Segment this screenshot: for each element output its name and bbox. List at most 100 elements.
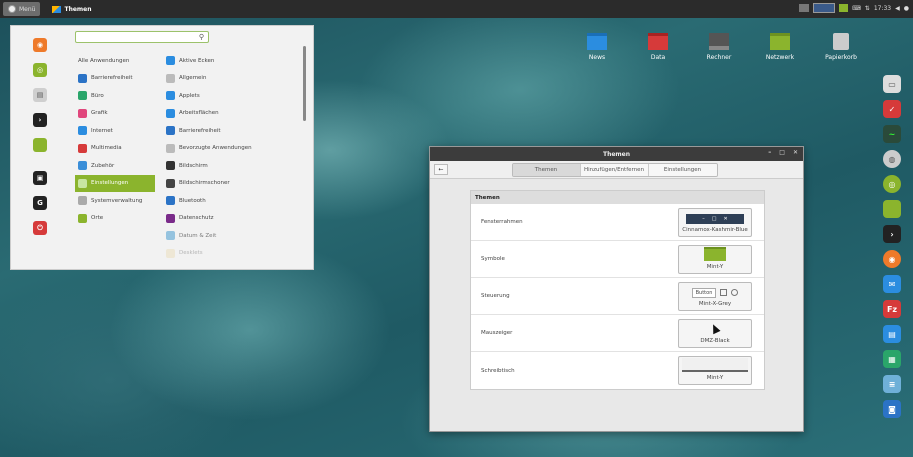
setting-row: Fensterrahmen – □ ✕ Cinnamox-Kashmir-Blue [471, 204, 764, 241]
category-item[interactable]: Internet [75, 122, 155, 140]
setting-row: Mauszeiger DMZ-Black [471, 315, 764, 352]
category-label: Multimedia [91, 145, 122, 152]
user-icon[interactable]: ● [904, 5, 909, 12]
desktop-icon-label: News [588, 54, 606, 61]
tab-add-remove[interactable]: Hinzufügen/Entfernen [580, 163, 649, 176]
category-item[interactable]: Alle Anwendungen [75, 52, 155, 70]
menu-button[interactable]: Menü [3, 2, 41, 16]
menu-button-label: Menü [19, 5, 36, 13]
app-item[interactable]: Bildschirmschoner [163, 175, 303, 193]
volume-icon[interactable]: ◀ [895, 5, 900, 12]
category-label: Alle Anwendungen [78, 57, 130, 64]
software-icon[interactable]: ◎ [883, 175, 901, 193]
network-icon[interactable]: ⇅ [865, 5, 870, 12]
app-label: Applets [179, 92, 200, 99]
mouse-pointer-chooser[interactable]: DMZ-Black [678, 318, 752, 348]
app-item[interactable]: Applets [163, 87, 303, 105]
text-editor-icon[interactable]: ≡ [883, 375, 901, 393]
lock-icon[interactable]: ▣ [33, 171, 47, 185]
app-item[interactable]: Bluetooth [163, 192, 303, 210]
app-item[interactable]: Datum & Zeit [163, 227, 303, 245]
desktop-chooser[interactable]: Mint-Y [678, 356, 752, 385]
app-item[interactable]: Datenschutz [163, 210, 303, 228]
firefox-icon[interactable]: ◉ [33, 38, 47, 52]
writer-icon[interactable]: ▤ [883, 325, 901, 343]
window-titlebar[interactable]: Themen – □ ✕ [430, 147, 803, 161]
files-icon[interactable] [33, 138, 47, 152]
clock[interactable]: 17:33 [874, 5, 891, 12]
window-borders-chooser[interactable]: – □ ✕ Cinnamox-Kashmir-Blue [678, 207, 752, 237]
app-item[interactable]: Aktive Ecken [163, 52, 303, 70]
update-shield-icon[interactable]: ✓ [883, 100, 901, 118]
folder-tray-icon[interactable] [839, 4, 849, 12]
tab-settings[interactable]: Einstellungen [648, 163, 717, 176]
icons-chooser[interactable]: Mint-Y [678, 244, 752, 274]
logout-icon[interactable]: G [33, 196, 47, 210]
category-item[interactable]: Orte [75, 210, 155, 228]
category-item[interactable]: Multimedia [75, 140, 155, 158]
controls-chooser[interactable]: Button Mint-X-Grey [678, 281, 752, 311]
firefox-icon[interactable]: ◉ [883, 250, 901, 268]
back-button[interactable]: ← [434, 164, 448, 175]
desktop-icon-trash[interactable]: Papierkorb [816, 33, 866, 61]
app-item[interactable]: Arbeitsflächen [163, 105, 303, 123]
taskbar-window-themen[interactable]: Themen [46, 2, 97, 16]
window-toolbar: ← Themen Hinzufügen/Entfernen Einstellun… [430, 161, 803, 179]
show-desktop-icon[interactable] [813, 3, 836, 13]
desktop-icon-network[interactable]: Netzwerk [755, 33, 805, 61]
app-label: Desklets [179, 250, 203, 257]
keyboard-icon[interactable]: ⌨ [852, 5, 861, 12]
camera-icon[interactable]: ◙ [883, 400, 901, 418]
calc-icon[interactable]: ▦ [883, 350, 901, 368]
tab-themes[interactable]: Themen [512, 163, 581, 176]
network-folder-icon [770, 33, 790, 50]
controls-preview: Button [691, 287, 739, 298]
desktop-icon-data[interactable]: Data [633, 33, 683, 61]
software-manager-icon[interactable]: ◎ [33, 63, 47, 77]
theme-value: Mint-Y [706, 263, 724, 270]
app-item[interactable]: Barrierefreiheit [163, 122, 303, 140]
desktop-icon-label: Netzwerk [765, 54, 795, 61]
app-item[interactable]: Bildschirm [163, 157, 303, 175]
terminal-icon[interactable]: › [883, 225, 901, 243]
chat-icon[interactable]: ◍ [883, 150, 901, 168]
app-item[interactable]: Desklets [163, 245, 303, 263]
desktop-icon-computer[interactable]: Rechner [694, 33, 744, 61]
category-item[interactable]: Systemverwaltung [75, 192, 155, 210]
app-label: Datenschutz [179, 215, 214, 222]
theme-value: Mint-X-Grey [698, 300, 732, 307]
close-icon[interactable]: ✕ [793, 149, 798, 156]
category-item[interactable]: Barrierefreiheit [75, 70, 155, 88]
general-icon [166, 73, 175, 83]
maximize-icon[interactable]: □ [779, 149, 785, 156]
drive-icon[interactable]: ▭ [883, 75, 901, 93]
category-label: Zubehör [91, 162, 115, 169]
settings-icon[interactable]: ▤ [33, 88, 47, 102]
category-item[interactable]: Grafik [75, 105, 155, 123]
display-icon [166, 161, 175, 171]
setting-row: Steuerung Button Mint-X-Grey [471, 278, 764, 315]
category-item[interactable]: Zubehör [75, 157, 155, 175]
mail-icon[interactable]: ✉ [883, 275, 901, 293]
app-item[interactable]: Allgemein [163, 70, 303, 88]
system-monitor-icon[interactable]: ~ [883, 125, 901, 143]
section-title: Themen [471, 191, 764, 204]
minimize-icon[interactable]: – [768, 149, 771, 156]
category-list: Alle Anwendungen Barrierefreiheit Büro G… [75, 52, 155, 227]
menu-scrollbar[interactable] [303, 46, 306, 121]
power-icon[interactable]: ⏻ [33, 221, 47, 235]
category-item[interactable]: Büro [75, 87, 155, 105]
taskbar-window-label: Themen [64, 5, 92, 13]
setting-label: Mauszeiger [481, 330, 513, 336]
workspace-switcher-icon[interactable] [799, 4, 810, 12]
close-icon: ✕ [723, 215, 728, 222]
filezilla-icon[interactable]: Fz [883, 300, 901, 318]
desktop-icon-label: Data [650, 54, 666, 61]
folder-icon[interactable] [883, 200, 901, 218]
category-item-selected[interactable]: Einstellungen [75, 174, 155, 192]
bluetooth-icon [166, 196, 175, 206]
desktop-icon-news[interactable]: News [572, 33, 622, 61]
menu-search-input[interactable]: ⚲ [75, 31, 209, 43]
app-item[interactable]: Bevorzugte Anwendungen [163, 140, 303, 158]
terminal-icon[interactable]: › [33, 113, 47, 127]
